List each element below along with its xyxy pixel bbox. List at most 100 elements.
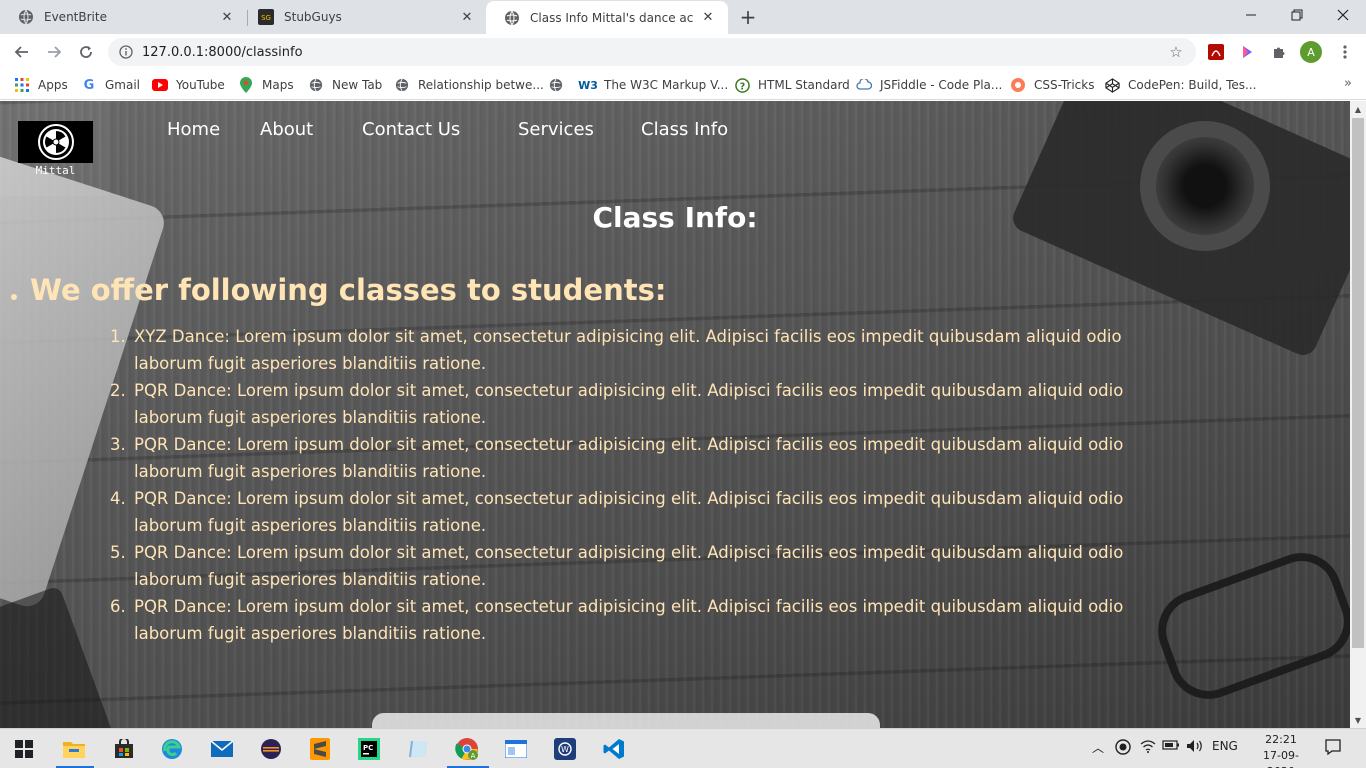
youtube-icon — [152, 77, 168, 93]
scrollbar-thumb[interactable] — [1352, 118, 1364, 648]
file-explorer-icon[interactable] — [60, 735, 88, 763]
new-tab-button[interactable]: + — [736, 5, 760, 29]
site-logo[interactable] — [18, 121, 93, 163]
svg-text:?: ? — [739, 81, 744, 92]
scroll-up-icon[interactable]: ▲ — [1350, 101, 1366, 117]
battery-icon[interactable] — [1162, 739, 1180, 751]
bookmark-label: CSS-Tricks — [1034, 78, 1095, 92]
edge-icon[interactable] — [158, 735, 186, 763]
address-bar[interactable]: 127.0.0.1:8000/classinfo ☆ — [108, 38, 1196, 66]
pycharm-icon[interactable]: PC — [355, 735, 383, 763]
bookmark-new-tab[interactable]: New Tab — [308, 76, 382, 94]
close-window-button[interactable] — [1320, 0, 1366, 30]
codepen-icon — [1104, 77, 1120, 93]
svg-text:A: A — [471, 752, 476, 760]
scroll-down-icon[interactable]: ▼ — [1350, 712, 1366, 728]
minimize-button[interactable] — [1228, 0, 1274, 30]
close-icon[interactable]: ✕ — [700, 10, 716, 26]
bookmark-maps[interactable]: Maps — [238, 76, 294, 94]
close-icon[interactable]: ✕ — [459, 9, 475, 25]
bullet-icon — [11, 294, 17, 300]
star-icon[interactable]: ☆ — [1166, 43, 1186, 61]
puzzle-extensions-icon[interactable] — [1268, 41, 1290, 63]
store-icon[interactable] — [110, 735, 138, 763]
reload-button[interactable] — [72, 38, 100, 66]
jsfiddle-icon — [856, 77, 872, 93]
menu-kebab-icon[interactable] — [1334, 41, 1356, 63]
logo-text: Mittal — [35, 164, 76, 177]
nav-home[interactable]: Home — [167, 119, 220, 140]
bookmark-label: Apps — [38, 78, 68, 92]
bookmark-css-tricks[interactable]: CSS-Tricks — [1010, 76, 1094, 94]
nav-services[interactable]: Services — [518, 119, 594, 140]
logo-emblem-icon — [37, 124, 74, 160]
list-item: 6. PQR Dance: Lorem ipsum dolor sit amet… — [110, 593, 1190, 647]
mail-icon[interactable] — [208, 735, 236, 763]
notification-icon[interactable] — [1324, 738, 1342, 756]
bookmark-codepen[interactable]: CodePen: Build, Tes... — [1104, 76, 1257, 94]
list-number: 1. — [110, 327, 126, 346]
volume-icon[interactable] — [1186, 739, 1204, 753]
show-hidden-icons-icon[interactable]: ︿ — [1092, 739, 1104, 756]
bookmark-untitled[interactable] — [548, 76, 572, 94]
bookmark-html-standard[interactable]: ? HTML Standard — [734, 76, 850, 94]
avatar[interactable]: A — [1300, 41, 1322, 63]
clock-date: 17-09-2020 — [1263, 749, 1299, 768]
pdf-extension-icon[interactable] — [1205, 41, 1227, 63]
bookmark-w3c[interactable]: W3 The W3C Markup V... — [578, 76, 729, 94]
nav-contact-us[interactable]: Contact Us — [362, 119, 460, 140]
globe-icon — [394, 77, 410, 93]
record-icon[interactable] — [1115, 739, 1131, 755]
sublime-icon[interactable] — [306, 735, 334, 763]
apps-grid-icon — [14, 77, 30, 93]
globe-icon — [504, 10, 520, 26]
colorful-extension-icon[interactable] — [1236, 41, 1258, 63]
restore-button[interactable] — [1274, 0, 1320, 30]
tab-class-info[interactable]: Class Info Mittal's dance academ ✕ — [486, 1, 728, 34]
back-button[interactable] — [8, 38, 36, 66]
bookmark-label: CodePen: Build, Tes... — [1128, 78, 1257, 92]
stubguys-icon: SG — [258, 9, 274, 25]
bottom-overlay-bar — [372, 713, 880, 728]
css-tricks-icon — [1010, 77, 1026, 93]
list-item-text: PQR Dance: Lorem ipsum dolor sit amet, c… — [134, 381, 1124, 427]
chrome-icon[interactable]: A — [453, 735, 481, 763]
nav-about[interactable]: About — [260, 119, 313, 140]
forward-button[interactable] — [40, 38, 68, 66]
vscode-icon[interactable] — [600, 735, 628, 763]
list-number: 3. — [110, 435, 126, 454]
nav-class-info[interactable]: Class Info — [641, 119, 728, 140]
language-indicator[interactable]: ENG — [1212, 739, 1238, 753]
bookmark-label: The W3C Markup V... — [604, 78, 729, 92]
bookmark-youtube[interactable]: YouTube — [152, 76, 225, 94]
list-item: 5. PQR Dance: Lorem ipsum dolor sit amet… — [110, 539, 1190, 593]
bookmark-gmail[interactable]: G Gmail — [81, 76, 140, 94]
bookmark-relationship[interactable]: Relationship betwe... — [394, 76, 544, 94]
class-list: 1. XYZ Dance: Lorem ipsum dolor sit amet… — [110, 323, 1190, 647]
svg-text:PC: PC — [363, 744, 373, 752]
bookmark-label: New Tab — [332, 78, 383, 92]
taskbar-clock[interactable]: 22:21 17-09-2020 — [1250, 732, 1312, 768]
tab-stubguys[interactable]: SG StubGuys ✕ — [240, 0, 487, 34]
bookmark-label: JSFiddle - Code Pla... — [880, 78, 1003, 92]
bookmark-apps[interactable]: Apps — [14, 76, 68, 94]
tab-eventbrite[interactable]: EventBrite ✕ — [0, 0, 247, 34]
notes-icon[interactable] — [404, 735, 432, 763]
svg-text:W: W — [561, 745, 569, 754]
tab-strip: EventBrite ✕ SG StubGuys ✕ Class Info Mi… — [0, 0, 1366, 34]
wps-icon[interactable]: W — [551, 735, 579, 763]
bookmark-label: HTML Standard — [758, 78, 850, 92]
bookmarks-bar: Apps G Gmail YouTube Maps New Tab Relati… — [0, 70, 1366, 100]
close-icon[interactable]: ✕ — [219, 9, 235, 25]
tab-title: StubGuys — [284, 10, 342, 24]
bookmarks-overflow-icon[interactable]: » — [1344, 76, 1352, 91]
eclipse-icon[interactable] — [257, 735, 285, 763]
window-icon[interactable] — [502, 735, 530, 763]
info-icon[interactable] — [118, 44, 134, 60]
bookmark-label: Maps — [262, 78, 294, 92]
wifi-icon[interactable] — [1140, 739, 1156, 753]
url-text[interactable]: 127.0.0.1:8000/classinfo — [142, 45, 1166, 60]
bookmark-jsfiddle[interactable]: JSFiddle - Code Pla... — [856, 76, 1002, 94]
svg-text:SG: SG — [261, 14, 271, 22]
start-icon[interactable] — [10, 735, 38, 763]
